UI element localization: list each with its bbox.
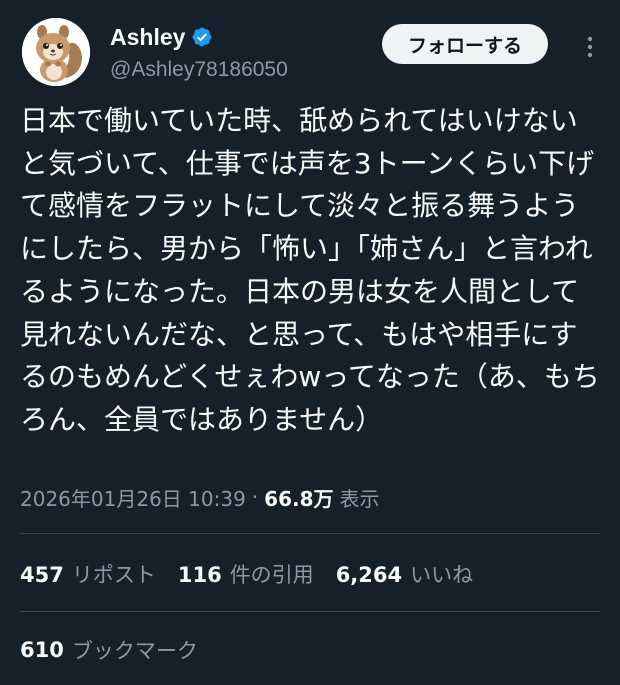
more-vertical-icon xyxy=(587,36,593,58)
follow-button[interactable]: フォローする xyxy=(382,24,548,64)
display-name[interactable]: Ashley xyxy=(110,24,185,51)
tweet-timestamp[interactable]: 2026年01月26日 10:39 xyxy=(20,483,246,512)
reposts-stat[interactable]: 457 リポスト xyxy=(20,559,156,589)
meta-separator: · xyxy=(251,485,259,509)
likes-label: いいね xyxy=(410,563,474,587)
tweet-meta: 2026年01月26日 10:39 · 66.8万 表示 xyxy=(20,482,380,512)
quotes-count: 116 xyxy=(177,563,222,587)
more-options-button[interactable] xyxy=(578,32,602,62)
views-label: 表示 xyxy=(339,486,380,511)
reposts-count: 457 xyxy=(20,563,64,587)
name-row: Ashley xyxy=(110,22,288,52)
bookmarks-stat[interactable]: 610 ブックマーク xyxy=(20,634,198,666)
quotes-stat[interactable]: 116 件の引用 xyxy=(178,559,314,589)
engagement-stats: 457 リポスト 116 件の引用 6,264 いいね xyxy=(20,558,495,590)
user-handle[interactable]: @Ashley78186050 xyxy=(110,58,288,82)
bookmarks-count: 610 xyxy=(20,638,64,662)
reposts-label: リポスト xyxy=(71,563,156,587)
quotes-label: 件の引用 xyxy=(229,563,314,587)
avatar[interactable] xyxy=(22,18,90,86)
tweet-text: 日本で働いていた時、舐められてはいけないと気づいて、仕事では声を3トーンくらい下… xyxy=(20,104,600,436)
likes-stat[interactable]: 6,264 いいね xyxy=(336,559,473,589)
verified-badge-icon xyxy=(193,27,212,47)
likes-count: 6,264 xyxy=(335,563,403,587)
divider xyxy=(20,533,600,534)
user-info: Ashley @Ashley78186050 xyxy=(110,22,288,82)
views-count: 66.8万 xyxy=(264,486,334,511)
tweet-header: Ashley @Ashley78186050 フォローする xyxy=(22,18,602,88)
divider xyxy=(20,611,600,612)
bookmarks-label: ブックマーク xyxy=(71,639,198,663)
squirrel-avatar-icon xyxy=(22,18,90,86)
